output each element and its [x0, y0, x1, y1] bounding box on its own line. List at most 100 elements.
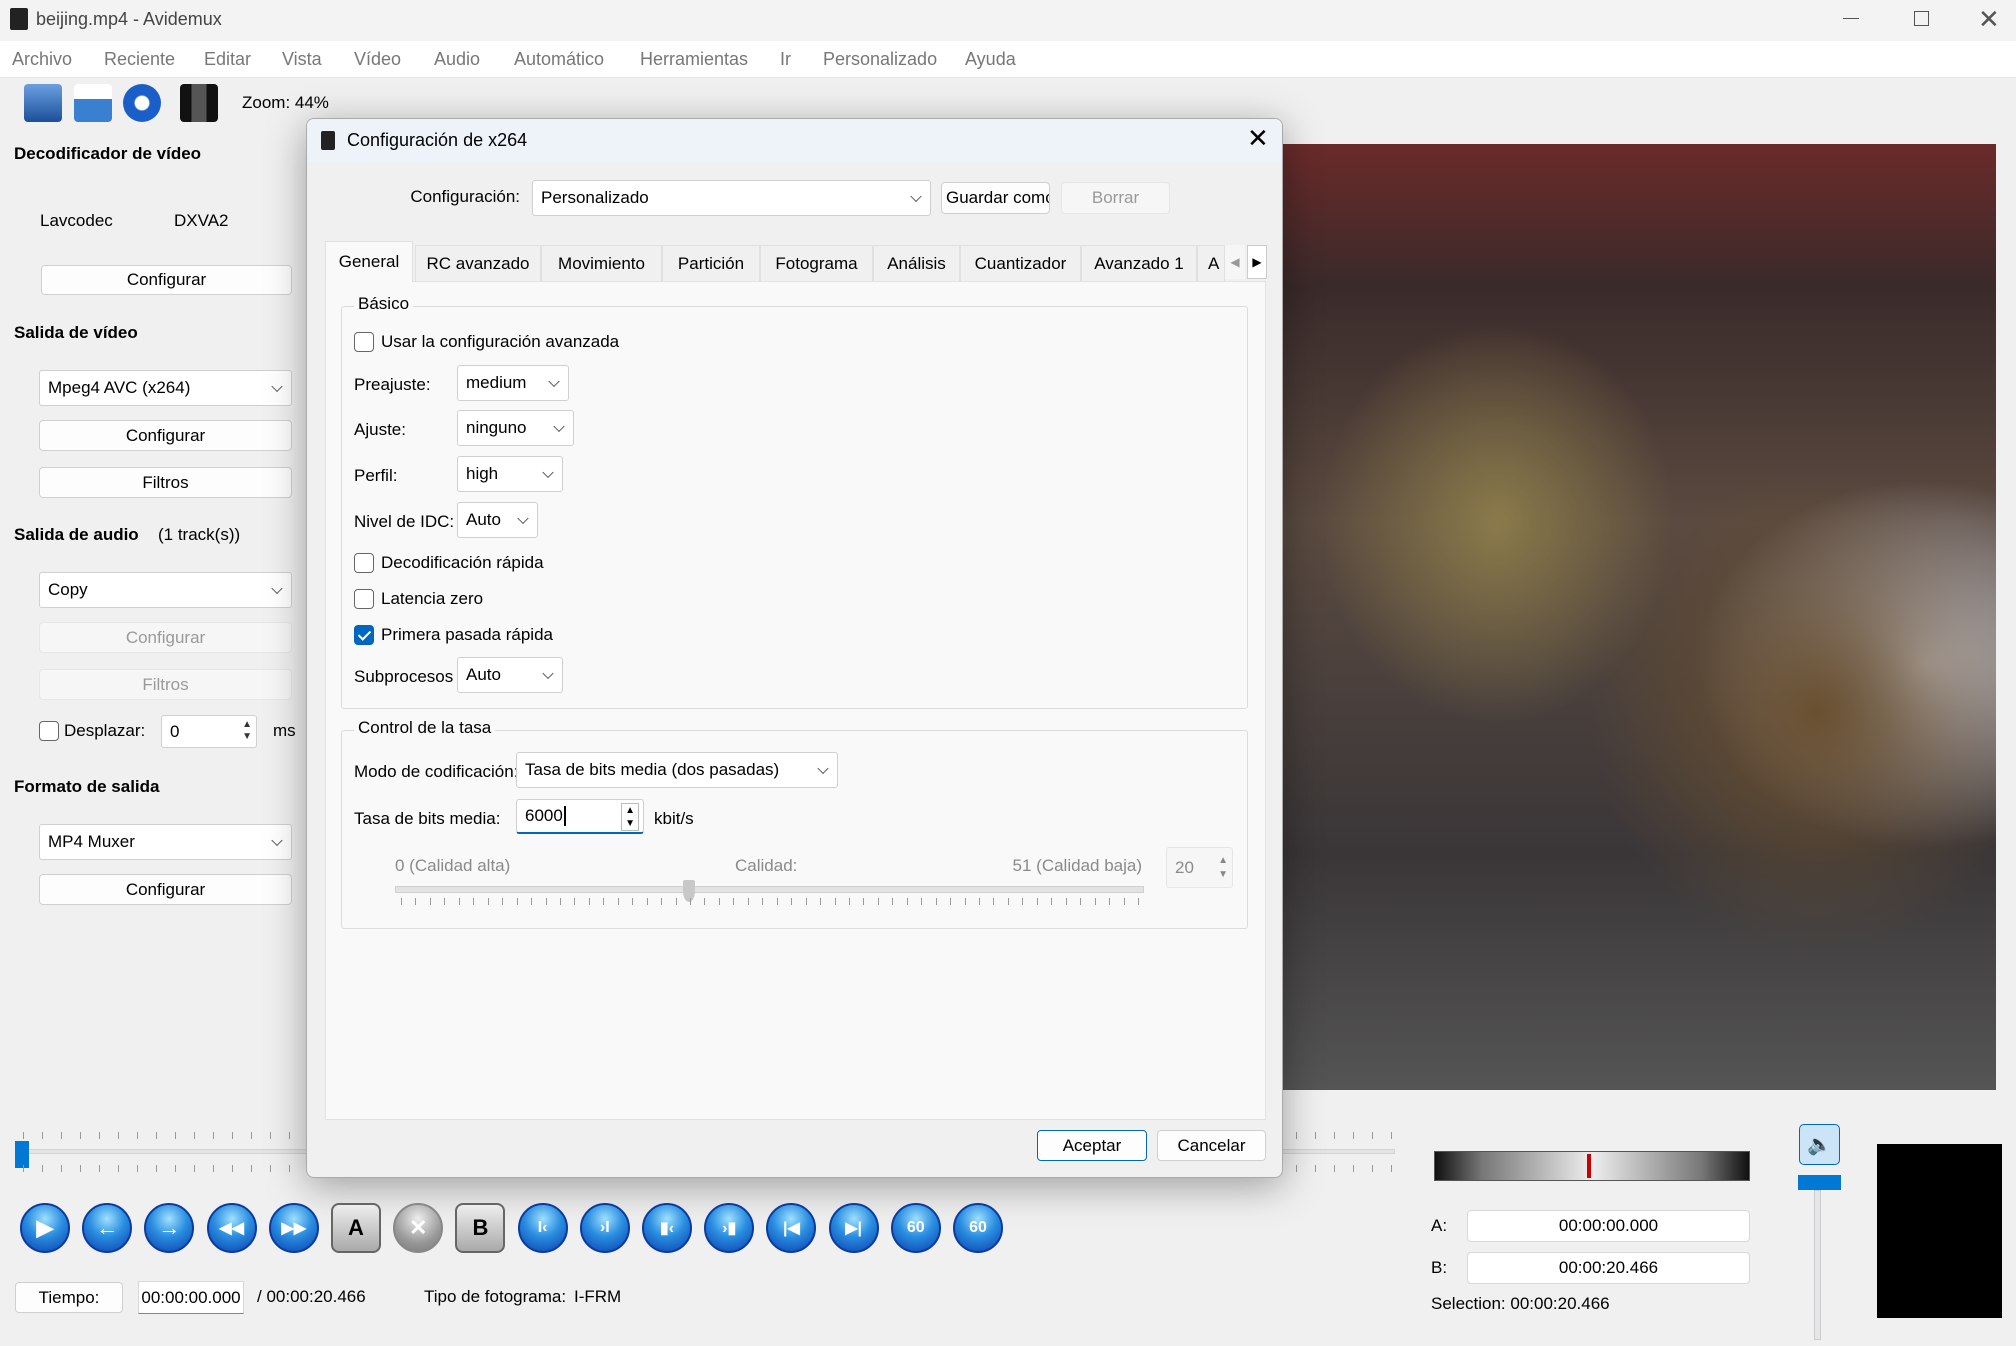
configure-video-button[interactable]: Configurar — [39, 420, 292, 451]
idc-label: Nivel de IDC: — [354, 512, 455, 531]
menu-ayuda[interactable]: Ayuda — [965, 49, 1016, 70]
menu-vista[interactable]: Vista — [282, 49, 322, 70]
bitrate-spinbox[interactable]: 6000 ▲ ▼ — [516, 799, 644, 834]
preset-select[interactable]: medium — [457, 365, 569, 401]
current-time-field[interactable]: 00:00:00.000 — [138, 1281, 244, 1314]
previous-frame-button[interactable]: ← — [82, 1203, 133, 1253]
rewind-button[interactable]: ◀◀ — [206, 1203, 257, 1253]
volume-slider[interactable] — [1814, 1190, 1821, 1340]
set-marker-a-button[interactable]: A — [331, 1203, 381, 1253]
shift-spinbox[interactable]: 0 ▲ ▼ — [161, 715, 257, 748]
delete-button[interactable]: Borrar — [1061, 182, 1170, 214]
decoder-name: Lavcodec — [40, 211, 113, 230]
next-keyframe-button[interactable]: ›▮ — [704, 1203, 755, 1253]
jog-shuttle[interactable] — [1434, 1151, 1750, 1181]
tune-select[interactable]: ninguno — [457, 410, 574, 446]
timeline-tick — [213, 1165, 214, 1172]
tab-fotograma[interactable]: Fotograma — [760, 245, 873, 281]
timeline-tick — [80, 1165, 81, 1172]
volume-button[interactable]: 🔈 — [1799, 1124, 1840, 1165]
open-file-icon[interactable] — [24, 84, 62, 122]
encoding-mode-select[interactable]: Tasa de bits media (dos pasadas) — [516, 752, 838, 788]
menu-video[interactable]: Vídeo — [354, 49, 401, 70]
menu-archivo[interactable]: Archivo — [12, 49, 72, 70]
accept-button[interactable]: Aceptar — [1037, 1130, 1147, 1161]
quality-tick — [473, 898, 475, 905]
first-frame-button[interactable]: |◀ — [766, 1203, 817, 1253]
quality-handle[interactable] — [682, 880, 695, 902]
next-frame-button[interactable]: → — [144, 1203, 195, 1253]
timeline-tick — [156, 1132, 157, 1139]
muxer-select[interactable]: MP4 Muxer — [39, 824, 292, 860]
maximize-button[interactable] — [1914, 11, 1929, 26]
menu-ir[interactable]: Ir — [780, 49, 791, 70]
play-button[interactable]: ▶ — [20, 1203, 70, 1253]
fast-forward-button[interactable]: ▶▶ — [268, 1203, 319, 1253]
filter-film-icon[interactable] — [180, 84, 218, 122]
tab-scroll-left[interactable]: ◀ — [1225, 245, 1245, 279]
forward-60-button[interactable]: 60 — [953, 1203, 1003, 1253]
tab-analisis[interactable]: Análisis — [873, 245, 960, 281]
spin-arrows-icon[interactable]: ▲ ▼ — [242, 719, 252, 743]
fast-first-pass-checkbox[interactable] — [354, 625, 374, 645]
minimize-button[interactable] — [1843, 18, 1859, 19]
close-window-button[interactable]: ✕ — [1978, 4, 2000, 35]
audio-filters-button[interactable]: Filtros — [39, 669, 292, 700]
delete-button[interactable]: ✕ — [393, 1203, 444, 1253]
tab-general[interactable]: General — [325, 241, 413, 282]
spin-arrows-icon[interactable]: ▲ ▼ — [621, 803, 639, 831]
timeline-tick — [137, 1132, 138, 1139]
menu-audio[interactable]: Audio — [434, 49, 480, 70]
marker-b-field[interactable]: 00:00:20.466 — [1467, 1252, 1750, 1284]
tab-particion[interactable]: Partición — [662, 245, 760, 281]
quality-slider[interactable] — [395, 880, 1144, 910]
video-filters-button[interactable]: Filtros — [39, 467, 292, 498]
go-marker-a-button[interactable]: I‹ — [517, 1203, 568, 1253]
spin-arrows-icon[interactable]: ▲ ▼ — [1218, 854, 1228, 882]
zero-latency-checkbox[interactable] — [354, 589, 374, 609]
cancel-button[interactable]: Cancelar — [1157, 1130, 1266, 1161]
back-60-button[interactable]: 60 — [890, 1203, 941, 1253]
menu-automatico[interactable]: Automático — [514, 49, 604, 70]
config-select[interactable]: Personalizado — [532, 180, 931, 216]
configure-audio-button[interactable]: Configurar — [39, 622, 292, 653]
menu-herramientas[interactable]: Herramientas — [640, 49, 748, 70]
configure-decoder-button[interactable]: Configurar — [41, 265, 292, 295]
threads-value: Auto — [466, 665, 501, 684]
use-advanced-checkbox[interactable] — [354, 332, 374, 352]
chevron-down-icon — [271, 582, 283, 595]
timeline-tick — [156, 1165, 157, 1172]
tab-scroll-right[interactable]: ▶ — [1247, 245, 1267, 279]
shift-checkbox[interactable] — [39, 721, 59, 741]
idc-select[interactable]: Auto — [457, 502, 538, 538]
video-codec-select[interactable]: Mpeg4 AVC (x264) — [39, 370, 292, 406]
fast-decode-checkbox[interactable] — [354, 553, 374, 573]
volume-handle[interactable] — [1798, 1175, 1841, 1190]
dialog-close-button[interactable]: ✕ — [1247, 123, 1269, 154]
info-icon[interactable] — [123, 84, 161, 122]
zoom-label: Zoom: 44% — [242, 93, 329, 112]
menu-reciente[interactable]: Reciente — [104, 49, 175, 70]
set-marker-b-button[interactable]: B — [455, 1203, 506, 1253]
last-frame-button[interactable]: ▶| — [828, 1203, 879, 1253]
menu-editar[interactable]: Editar — [204, 49, 251, 70]
tab-cuantizador[interactable]: Cuantizador — [960, 245, 1081, 281]
configure-muxer-button[interactable]: Configurar — [39, 874, 292, 905]
tab-avanzado-1[interactable]: Avanzado 1 — [1081, 245, 1197, 281]
threads-select[interactable]: Auto — [457, 657, 563, 693]
time-button[interactable]: Tiempo: — [15, 1282, 123, 1313]
tab-rc-avanzado[interactable]: RC avanzado — [415, 245, 541, 281]
quality-tick — [1036, 898, 1038, 905]
tab-a[interactable]: A — [1197, 245, 1225, 281]
quality-spinbox[interactable]: 20 ▲ ▼ — [1166, 847, 1233, 888]
previous-keyframe-button[interactable]: ▮‹ — [642, 1203, 692, 1253]
tab-movimiento[interactable]: Movimiento — [541, 245, 662, 281]
menu-personalizado[interactable]: Personalizado — [823, 49, 937, 70]
save-as-button[interactable]: Guardar comc — [941, 182, 1050, 214]
marker-a-field[interactable]: 00:00:00.000 — [1467, 1210, 1750, 1242]
go-marker-b-button[interactable]: ›I — [579, 1203, 630, 1253]
save-file-icon[interactable] — [74, 84, 112, 122]
audio-codec-select[interactable]: Copy — [39, 572, 292, 608]
timeline-handle[interactable] — [15, 1141, 29, 1168]
profile-select[interactable]: high — [457, 456, 563, 492]
